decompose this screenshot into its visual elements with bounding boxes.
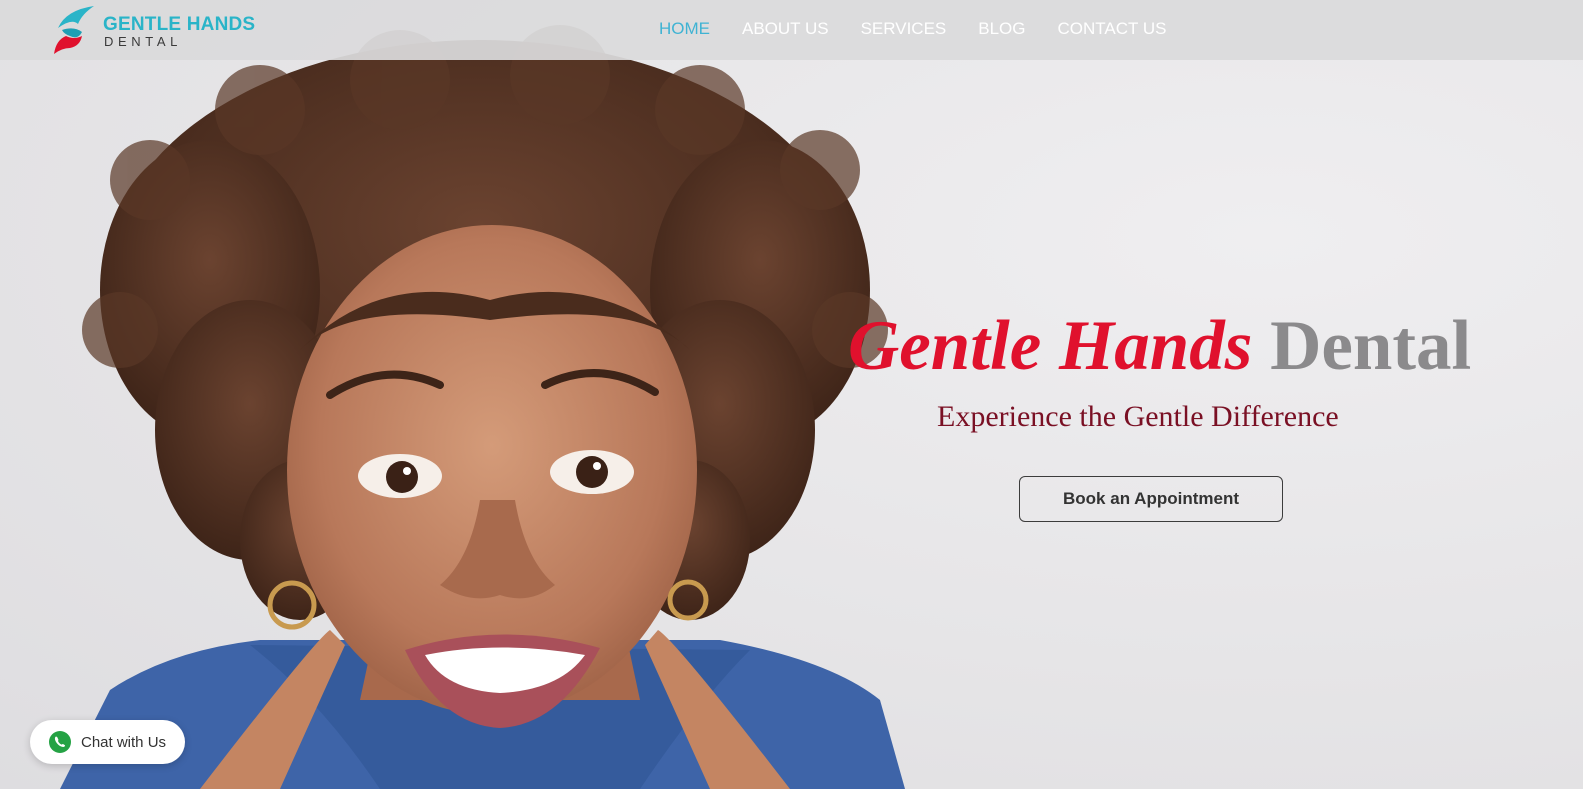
hero-subtitle: Experience the Gentle Difference [937,400,1339,433]
hero-title-dental: Dental [1270,307,1472,385]
logo-text-primary: GENTLE HANDS [103,14,256,35]
nav-item-services: SERVICES [861,19,947,41]
hero-title-brand: Gentle Hands [848,307,1253,385]
logo-text-secondary: DENTAL [104,34,182,49]
site-logo[interactable]: GENTLE HANDS DENTAL [52,4,256,56]
main-nav: HOME ABOUT US SERVICES BLOG CONTACT US [659,19,1166,41]
site-header: GENTLE HANDS DENTAL HOME ABOUT US SERVIC… [0,0,1583,60]
hero-section [0,0,1583,789]
hero-photo-smiling-woman [60,25,905,789]
book-appointment-button[interactable]: Book an Appointment [1019,476,1283,522]
chat-with-us-button[interactable]: Chat with Us [30,720,185,764]
nav-link-about-us[interactable]: ABOUT US [742,19,829,38]
whatsapp-icon [49,731,71,753]
tooth-swoosh-logo-icon [54,6,94,54]
nav-link-blog[interactable]: BLOG [978,19,1025,38]
nav-item-about: ABOUT US [742,19,829,41]
nav-link-services[interactable]: SERVICES [861,19,947,38]
chat-label: Chat with Us [81,733,167,751]
nav-item-blog: BLOG [978,19,1025,41]
nav-item-contact: CONTACT US [1058,19,1167,41]
nav-link-home[interactable]: HOME [659,19,710,38]
nav-item-home: HOME [659,19,710,41]
nav-link-contact-us[interactable]: CONTACT US [1058,19,1167,38]
hero-title: Gentle Hands Dental [848,306,1488,386]
